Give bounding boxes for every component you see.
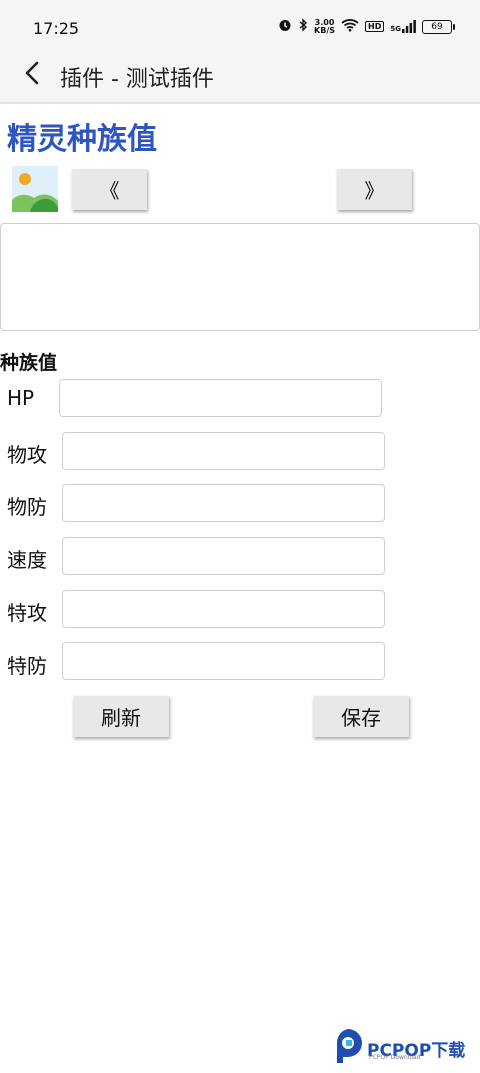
speed-unit: KB/S [314,25,336,35]
back-arrow-icon[interactable] [18,58,48,88]
wifi-icon [341,18,359,35]
status-time: 17:25 [33,19,80,38]
signal-icon: 5G [390,20,416,33]
stat-input-def[interactable] [62,484,385,522]
stat-input-hp[interactable] [59,379,382,417]
toolbar-title: 插件 - 测试插件 [60,67,214,92]
bluetooth-icon [298,18,308,35]
pcpop-logo-icon [333,1028,363,1068]
app-toolbar: 插件 - 测试插件 [0,50,480,104]
stat-input-atk[interactable] [62,432,385,470]
watermark-logo: PCPOP下载 PCPOP Download [333,1028,465,1068]
stat-input-spatk[interactable] [62,590,385,628]
image-placeholder-icon [12,166,58,212]
stat-label-speed: 速度 [7,548,47,572]
network-speed: 3.00 KB/S [314,18,336,35]
section-label-stats: 种族值 [0,352,58,374]
stat-input-speed[interactable] [62,537,385,575]
page-title: 精灵种族值 [7,122,157,157]
battery-icon: 69 [422,19,455,34]
refresh-button[interactable]: 刷新 [73,696,169,737]
stat-label-spdef: 特防 [7,654,47,678]
status-icons: 3.00 KB/S HD 5G 69 [278,18,455,35]
watermark-subtext: PCPOP Download [369,1054,421,1061]
network-type: 5G [390,25,401,33]
stat-input-spdef[interactable] [62,642,385,680]
save-button[interactable]: 保存 [313,696,409,737]
stat-label-atk: 物攻 [7,443,47,467]
stat-label-hp: HP [7,386,35,410]
status-bar: 17:25 3.00 KB/S HD 5G 69 [0,0,480,50]
next-button[interactable]: 》 [337,169,412,210]
description-textarea[interactable] [0,223,480,331]
stat-label-spatk: 特攻 [7,601,47,625]
stat-label-def: 物防 [7,495,47,519]
previous-button[interactable]: 《 [72,169,147,210]
hd-badge: HD [365,21,385,32]
alarm-icon [278,18,292,35]
